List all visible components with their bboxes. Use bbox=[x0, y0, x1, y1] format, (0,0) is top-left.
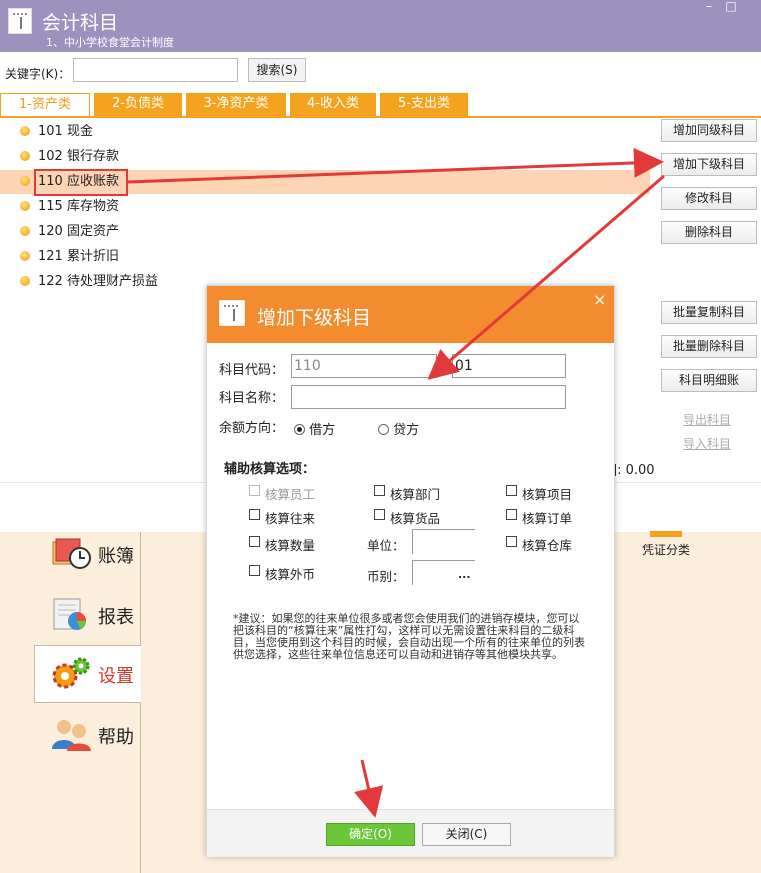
coin-icon bbox=[20, 176, 30, 186]
search-button[interactable]: 搜索(S) bbox=[248, 58, 306, 82]
coin-icon bbox=[20, 251, 30, 261]
project-option-label: 核算项目 bbox=[522, 487, 573, 502]
contact-checkbox[interactable] bbox=[249, 509, 260, 520]
nav-ledger[interactable]: 账簿 bbox=[46, 528, 142, 580]
foreign-currency-checkbox[interactable] bbox=[249, 565, 260, 576]
currency-browse-button[interactable]: ... bbox=[458, 568, 471, 581]
coin-icon bbox=[20, 126, 30, 136]
list-item[interactable]: 120 固定资产 bbox=[20, 221, 119, 243]
list-item[interactable]: 121 累计折旧 bbox=[20, 246, 119, 268]
voucher-category-label[interactable]: 凭证分类 bbox=[642, 541, 690, 558]
keyword-input[interactable] bbox=[73, 58, 238, 82]
report-icon bbox=[53, 598, 86, 630]
list-item[interactable]: 102 银行存款 bbox=[20, 146, 119, 168]
account-ledger-button[interactable]: 科目明细账 bbox=[661, 369, 757, 392]
close-button[interactable]: 关闭(C) bbox=[422, 823, 511, 846]
currency-label: 币别： bbox=[367, 569, 405, 584]
category-tabs: 1-资产类 2-负债类 3-净资产类 4-收入类 5-支出类 bbox=[0, 93, 761, 117]
gear-icon bbox=[52, 657, 90, 689]
delete-account-button[interactable]: 删除科目 bbox=[661, 221, 757, 244]
account-name-input[interactable] bbox=[291, 385, 566, 409]
ledger-icon bbox=[52, 538, 91, 569]
coin-icon bbox=[20, 226, 30, 236]
employee-option-label: 核算员工 bbox=[265, 487, 316, 502]
annotation-highlight-box bbox=[34, 169, 128, 196]
radio-checked-icon bbox=[294, 424, 305, 435]
account-name-label: 科目名称： bbox=[219, 391, 285, 406]
tab-expense[interactable]: 5-支出类 bbox=[380, 93, 468, 117]
tab-net-assets[interactable]: 3-净资产类 bbox=[186, 93, 286, 117]
department-option-label: 核算部门 bbox=[390, 487, 441, 502]
coin-icon bbox=[20, 151, 30, 161]
maximize-button[interactable]: □ bbox=[722, 0, 740, 14]
tab-income[interactable]: 4-收入类 bbox=[290, 93, 376, 117]
nav-settings[interactable]: 设置 bbox=[46, 648, 142, 700]
balance-direction-label: 余额方向： bbox=[219, 421, 285, 436]
suggestion-note: *建议：如果您的往来单位很多或者您会使用我们的进销存模块，您可以把该科目的“核算… bbox=[233, 612, 585, 661]
edit-account-button[interactable]: 修改科目 bbox=[661, 187, 757, 210]
warehouse-checkbox[interactable] bbox=[506, 536, 517, 547]
unit-label: 单位： bbox=[367, 538, 405, 553]
account-code-child-field[interactable]: 01 bbox=[452, 354, 566, 378]
account-code-parent-field: 110 bbox=[291, 354, 437, 378]
close-icon[interactable]: × bbox=[593, 290, 606, 309]
account-code-label: 科目代码： bbox=[219, 363, 285, 378]
list-item[interactable]: 101 现金 bbox=[20, 121, 93, 143]
keyword-label: 关键字(K)： bbox=[5, 67, 71, 81]
order-option-label: 核算订单 bbox=[522, 511, 573, 526]
batch-delete-button[interactable]: 批量删除科目 bbox=[661, 335, 757, 358]
goods-checkbox[interactable] bbox=[374, 509, 385, 520]
radio-unchecked-icon bbox=[378, 424, 389, 435]
voucher-icon bbox=[650, 531, 682, 537]
nav-reports[interactable]: 报表 bbox=[46, 589, 142, 641]
goods-option-label: 核算货品 bbox=[390, 511, 441, 526]
tab-liabilities[interactable]: 2-负债类 bbox=[94, 93, 182, 117]
contact-option-label: 核算往来 bbox=[265, 511, 316, 526]
coin-icon bbox=[20, 276, 30, 286]
unit-input[interactable] bbox=[412, 529, 475, 554]
coin-icon bbox=[20, 201, 30, 211]
project-checkbox[interactable] bbox=[506, 485, 517, 496]
quantity-option-label: 核算数量 bbox=[265, 538, 316, 553]
export-accounts-link[interactable]: 导出科目 bbox=[683, 411, 731, 428]
window-title: 会计科目 bbox=[42, 12, 119, 34]
credit-radio[interactable]: 贷方 bbox=[378, 419, 419, 438]
add-sibling-account-button[interactable]: 增加同级科目 bbox=[661, 119, 757, 142]
users-help-icon bbox=[52, 720, 91, 751]
quantity-checkbox[interactable] bbox=[249, 536, 260, 547]
dialog-app-icon bbox=[219, 300, 245, 326]
minimize-button[interactable]: – bbox=[700, 0, 718, 14]
warehouse-option-label: 核算仓库 bbox=[522, 538, 573, 553]
aux-options-title: 辅助核算选项： bbox=[224, 462, 316, 477]
add-child-account-button[interactable]: 增加下级科目 bbox=[661, 153, 757, 176]
balance-readout: ]: 0.00 bbox=[612, 463, 655, 478]
batch-copy-button[interactable]: 批量复制科目 bbox=[661, 301, 757, 324]
list-item[interactable]: 115 库存物资 bbox=[20, 196, 119, 218]
tab-assets[interactable]: 1-资产类 bbox=[0, 93, 90, 117]
employee-checkbox[interactable] bbox=[249, 485, 260, 496]
tab-underline bbox=[0, 116, 761, 118]
window-subtitle: 1、中小学校食堂会计制度 bbox=[46, 36, 174, 49]
list-item[interactable]: 122 待处理财产损益 bbox=[20, 271, 158, 293]
foreign-currency-option-label: 核算外币 bbox=[265, 567, 316, 582]
debit-radio[interactable]: 借方 bbox=[294, 419, 335, 438]
nav-help[interactable]: 帮助 bbox=[46, 709, 142, 761]
department-checkbox[interactable] bbox=[374, 485, 385, 496]
app-icon bbox=[8, 8, 32, 34]
dialog-title: 增加下级科目 bbox=[257, 307, 372, 329]
confirm-button[interactable]: 确定(O) bbox=[326, 823, 415, 846]
add-child-account-dialog: 增加下级科目 × 科目代码： 110 01 科目名称： 余额方向： 借方 贷方 … bbox=[206, 285, 615, 857]
order-checkbox[interactable] bbox=[506, 509, 517, 520]
import-accounts-link[interactable]: 导入科目 bbox=[683, 435, 731, 452]
